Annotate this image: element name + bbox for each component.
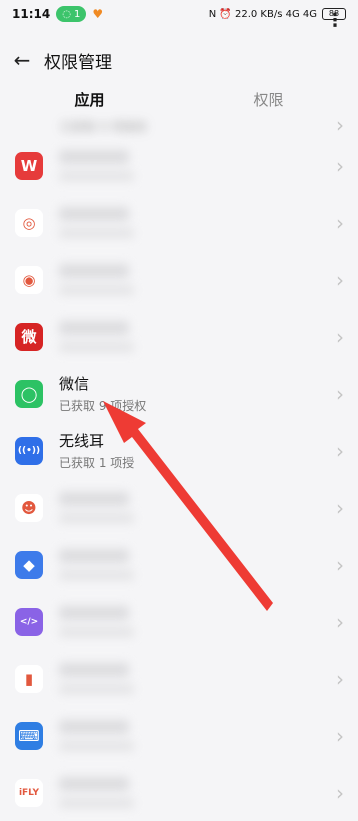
chevron-right-icon: › [336, 780, 344, 805]
permission-count [59, 741, 134, 751]
chevron-right-icon: › [336, 112, 344, 137]
list-item[interactable]: </> › [0, 593, 358, 650]
chevron-right-icon: › [336, 267, 344, 292]
weibo-icon: ◉ [15, 265, 43, 294]
list-item[interactable]: ▮ › [0, 650, 358, 707]
blue-tile-app-icon: ◆ [15, 550, 43, 579]
list-item[interactable]: ⌨ › [0, 707, 358, 764]
permission-count [59, 228, 134, 238]
list-item[interactable]: 微 › [0, 308, 358, 365]
yellow-bird-app-icon: ☻ [15, 493, 43, 522]
chevron-right-icon: › [336, 153, 344, 178]
wireless-earphone-icon: ((•)) [15, 436, 43, 465]
hotspot-icon: ◌ [62, 8, 71, 20]
app-name [59, 492, 129, 506]
chevron-right-icon: › [336, 552, 344, 577]
permission-count: 已获取 9 项授权 [59, 399, 147, 413]
blue-keyboard-app-icon: ⌨ [15, 721, 43, 750]
permission-count [59, 627, 134, 637]
list-item-partial[interactable]: 已获取 9 项授权 › [0, 112, 358, 137]
status-left: 11:14 ◌ 1 ♥ [12, 6, 103, 22]
wps-office-icon: W [15, 151, 43, 180]
hotspot-pill: ◌ 1 [56, 6, 87, 22]
app-name [59, 606, 129, 620]
wei-red-app-icon: 微 [15, 322, 43, 351]
ifly-app-icon: iFLY [15, 778, 43, 807]
app-name [59, 720, 129, 734]
red-box-app-icon: ▮ [15, 664, 43, 693]
list-item[interactable]: ◉ › [0, 251, 358, 308]
app-list[interactable]: 已获取 9 项授权 › W › ◎ › ◉ › 微 › ◯ 微信 已获取 9 项授权 › ((•)) 无线… [0, 112, 358, 821]
app-name [59, 663, 129, 677]
list-item[interactable]: ◯ 微信已获取 9 项授权 › [0, 365, 358, 422]
colorful-ring-app-icon: ◎ [15, 208, 43, 237]
permission-count [59, 513, 134, 523]
app-name [59, 549, 129, 563]
app-name [59, 321, 129, 335]
app-name: 微信 [59, 375, 90, 393]
chevron-right-icon: › [336, 324, 344, 349]
status-bar: 11:14 ◌ 1 ♥ N ⏰ 22.0 KB/s 4G 4G 88 [0, 0, 358, 28]
app-name [59, 264, 129, 278]
chevron-right-icon: › [336, 495, 344, 520]
permission-count [59, 285, 134, 295]
heart-icon: ♥ [92, 7, 104, 21]
permission-count [59, 171, 134, 181]
permission-count [59, 684, 134, 694]
page-title: 权限管理 [44, 52, 112, 73]
chevron-right-icon: › [336, 666, 344, 691]
hotspot-count: 1 [73, 8, 81, 20]
chevron-right-icon: › [336, 609, 344, 634]
chevron-right-icon: › [336, 723, 344, 748]
list-item[interactable]: ☻ › [0, 479, 358, 536]
wechat-icon: ◯ [15, 379, 43, 408]
more-options-icon[interactable]: ⋮ [326, 10, 344, 31]
code-editor-app-icon: </> [15, 607, 43, 636]
list-item[interactable]: ((•)) 无线耳已获取 1 项授 › [0, 422, 358, 479]
list-item[interactable]: ◎ › [0, 194, 358, 251]
list-item-sub: 已获取 9 项授权 [60, 119, 148, 134]
app-bar: ← 权限管理 [0, 40, 358, 80]
permission-count [59, 342, 134, 352]
app-name: 无线耳 [59, 432, 105, 450]
status-time: 11:14 [12, 7, 51, 21]
chevron-right-icon: › [336, 381, 344, 406]
app-name [59, 150, 129, 164]
chevron-right-icon: › [336, 210, 344, 235]
back-arrow-icon[interactable]: ← [2, 40, 42, 80]
app-name [59, 207, 129, 221]
permission-count [59, 570, 134, 580]
list-item[interactable]: iFLY › [0, 764, 358, 821]
chevron-right-icon: › [336, 438, 344, 463]
status-icons-text: N ⏰ 22.0 KB/s 4G 4G [208, 8, 317, 20]
list-item[interactable]: W › [0, 137, 358, 194]
app-name [59, 777, 129, 791]
permission-count: 已获取 1 项授 [59, 456, 135, 470]
list-item[interactable]: ◆ › [0, 536, 358, 593]
